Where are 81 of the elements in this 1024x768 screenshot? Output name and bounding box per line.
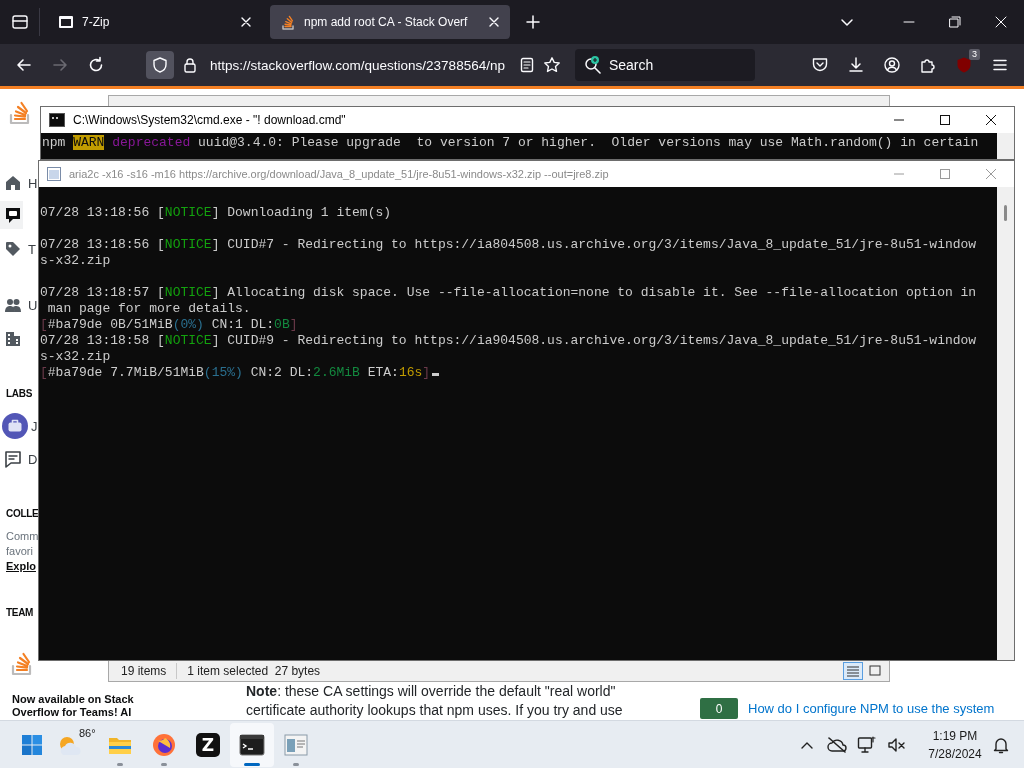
reload-icon[interactable] [87, 56, 105, 74]
window-title: aria2c -x16 -s16 -m16 https://archive.org/download/Java_8_update_51/jre-8u51-windows-x32.zip --out=jre8.zip [69, 168, 610, 180]
badge: 3 [969, 49, 980, 60]
sidebar-text: Comm [5, 529, 40, 544]
scrollbar-thumb [1004, 205, 1007, 221]
window-title: C:\Windows\System32\cmd.exe - "! download.cmd" [73, 113, 347, 127]
related-question-link[interactable]: How do I configure NPM to use the system [748, 701, 995, 716]
chat-icon [4, 450, 22, 468]
tray-icon[interactable] [9, 12, 30, 32]
puzzle-icon[interactable] [919, 56, 937, 74]
status-text: 19 items [121, 664, 167, 678]
briefcase-icon [2, 413, 28, 439]
stack-logo-icon [10, 651, 34, 677]
nav-item[interactable]: U [0, 291, 39, 319]
promo-text: Now available on Stack Overflow for Teams! AI [11, 693, 135, 719]
section-heading: TEAM [5, 606, 35, 620]
console-line: 07/28 13:18:56 [NOTICE] CUID#7 - Redirecting to https://ia804508.us.archive.org/3/items/Java_8_update_51/jre-8u51-window [40, 237, 978, 253]
nav-item[interactable]: D [0, 445, 39, 473]
clock-time: 1:19 PM [932, 727, 978, 745]
section-heading: COLLE [5, 507, 40, 521]
console-line: 07/28 13:18:57 [NOTICE] Allocating disk space. Use --file-allocation=none to disable it. See --file-allocation option in [40, 285, 978, 301]
console-line: 07/28 13:18:56 [NOTICE] Downloading 1 item(s) [40, 205, 393, 221]
console-line: [#ba79de 7.7MiB/51MiB(15%) CN:2 DL:2.6MiB ETA:16s] [40, 365, 997, 381]
clock-date: 7/28/2024 [928, 745, 982, 763]
console-line: s-x32.zip [40, 253, 112, 269]
lock-icon [182, 57, 198, 73]
taskbar-button[interactable]: Z [186, 722, 230, 767]
console-line: s-x32.zip [40, 349, 112, 365]
home-icon [4, 174, 22, 192]
back-icon[interactable] [15, 56, 33, 74]
terminal-icon[interactable] [239, 733, 265, 756]
console-line: npm WARN deprecated uuid@3.4.0: Please upgrade to version 7 or higher. Older versions may use Math.random() in certain [42, 135, 980, 151]
stack-logo-icon [8, 100, 32, 126]
nav-item[interactable]: H [0, 169, 39, 197]
search-input[interactable]: Search [608, 51, 749, 79]
nav-item[interactable]: T [0, 235, 37, 263]
download-icon[interactable] [847, 56, 865, 74]
start-icon[interactable] [21, 733, 43, 756]
tag-icon [4, 240, 22, 258]
browser-icon[interactable] [152, 732, 176, 757]
nav-item[interactable]: J [0, 411, 39, 441]
scrollbar [997, 133, 1014, 159]
bell-icon[interactable] [992, 735, 1010, 754]
archive-icon [58, 14, 74, 30]
section-heading: LABS [5, 387, 34, 401]
taskbar-button[interactable]: 86° [54, 722, 98, 767]
reader-view-icon[interactable] [518, 57, 535, 73]
sidebar-text: favori [5, 544, 34, 559]
cloud-off-icon[interactable] [827, 735, 847, 754]
search-field[interactable]: Search [574, 49, 755, 81]
search-icon [582, 55, 603, 75]
console-line: [#ba79de 0B/51MiB(0%) CN:1 DL:0B] [40, 317, 299, 333]
console-line: 07/28 13:18:58 [NOTICE] CUID#9 - Redirecting to https://ia904508.us.archive.org/3/items/Java_8_update_51/jre-8u51-window [40, 333, 978, 349]
temperature-label: 86° [79, 726, 96, 739]
stack-icon [280, 14, 296, 30]
console-line: man page for more details. [46, 301, 252, 317]
pocket-icon[interactable] [811, 56, 829, 74]
building-icon [4, 330, 22, 348]
clock[interactable]: 1:19 PM 7/28/2024 [924, 726, 986, 763]
status-text: 1 item selected 27 bytes [187, 664, 321, 678]
speech-bubble-icon [4, 206, 22, 224]
taskbar-button[interactable] [230, 722, 274, 767]
explore-link[interactable]: Explo [0, 559, 36, 574]
restore-icon[interactable] [949, 16, 961, 28]
plus-icon[interactable] [525, 14, 541, 30]
answer-text: Note: these CA settings will override the default "real world" certificate authority lookups that npm uses. If you try and use [246, 682, 624, 720]
users-icon [4, 296, 22, 314]
close-icon[interactable] [986, 115, 996, 125]
star-icon[interactable] [542, 56, 561, 74]
address-bar[interactable]: https://stackoverflow.com/questions/23788564/np [210, 57, 505, 73]
browser-tab[interactable]: 7-Zip [48, 5, 262, 39]
display-icon[interactable] [857, 735, 877, 754]
maximize-icon[interactable] [940, 115, 950, 125]
app-icon[interactable]: Z [196, 732, 220, 757]
nav-item[interactable] [0, 201, 23, 229]
vote-count: 0 [700, 698, 738, 719]
shield-icon[interactable] [151, 56, 169, 74]
browser-tab[interactable]: npm add root CA - Stack Overf [270, 5, 510, 39]
account-icon[interactable] [883, 56, 901, 74]
terminal-icon [49, 113, 65, 127]
window-icon [47, 167, 61, 181]
